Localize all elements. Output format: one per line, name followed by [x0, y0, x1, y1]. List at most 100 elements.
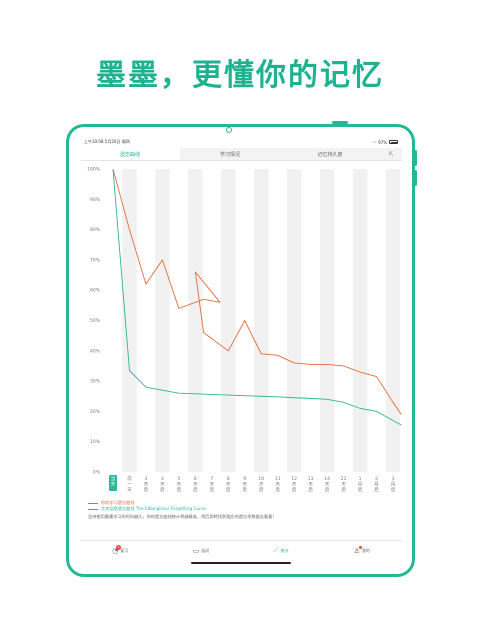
nav-label: 复习: [120, 547, 129, 553]
nav-label: 选词: [201, 547, 210, 553]
chart-band: [254, 169, 269, 472]
tab-forgetting-curve[interactable]: 遗忘曲线: [80, 148, 180, 160]
x-tick-label: 天: [259, 482, 264, 488]
x-tick-label: 天: [177, 482, 182, 488]
x-tick-label: 天: [144, 482, 149, 488]
x-tick-label: 天: [160, 482, 165, 488]
chart-band: [221, 169, 236, 472]
x-tick-label: 后: [243, 486, 248, 493]
nav-label: 统计: [280, 547, 289, 553]
chart-band: [319, 169, 335, 472]
x-tick-label: 9: [243, 476, 246, 482]
chart-note: 坚持使用墨墨学习的时间越久，你的遗忘曲线统计将越精准，然后即将找到相应的遗忘率数…: [88, 514, 277, 519]
tab-memory-duration[interactable]: 记忆持久度: [280, 148, 380, 160]
x-tick-label: 后: [193, 486, 198, 493]
y-tick-label: 60%: [90, 288, 101, 294]
y-tick-label: 10%: [90, 439, 101, 445]
legend-label-ebbinghaus: 艾宾浩斯遗忘曲线 The Ebbinghaus Forgetting Curve: [101, 506, 206, 511]
legend-item-ebbinghaus: 艾宾浩斯遗忘曲线 The Ebbinghaus Forgetting Curve: [88, 506, 206, 512]
status-bar: 上午10:08 5月20日 周四 ◠ 97%: [80, 137, 402, 147]
x-tick-label: 后: [391, 486, 396, 493]
x-tick-label: 后: [325, 486, 330, 493]
user-icon: ♙: [353, 545, 362, 555]
x-tick-label: 后: [144, 486, 149, 493]
nav-label: 我的: [361, 547, 370, 553]
volume-up-button: [414, 150, 417, 166]
x-tick-label: 天: [341, 482, 346, 488]
x-tick-label: 5: [177, 476, 180, 482]
share-button[interactable]: ⇱: [380, 148, 402, 160]
x-tick-label: 3: [392, 476, 395, 482]
headline: 墨墨，更懂你的记忆: [96, 58, 384, 93]
legend-line-teal: [88, 508, 98, 510]
book-icon: ▭: [192, 546, 200, 555]
y-tick-label: 20%: [90, 409, 101, 415]
y-tick-label: 70%: [90, 257, 101, 263]
volume-down-button: [414, 170, 417, 186]
home-indicator: [191, 562, 291, 564]
wifi-icon: ◠: [372, 139, 377, 145]
battery-percent: 97%: [378, 139, 387, 145]
x-tick-label: 7: [210, 476, 213, 482]
status-time: 上午10:08 5月20日 周四: [84, 139, 130, 144]
x-tick-label: 当: [111, 475, 116, 482]
notification-dot: [358, 545, 362, 549]
x-tick-label: 后: [177, 486, 182, 493]
y-tick-label: 100%: [87, 167, 101, 173]
forgetting-curve-chart: 100%90%80%70%60%50%40%30%20%10%0%当天前一天3天…: [87, 167, 402, 493]
x-tick-label: 一: [127, 483, 132, 488]
x-tick-label: 11: [275, 476, 281, 482]
x-tick-label: 天: [308, 482, 313, 488]
review-icon: ◔ 1: [112, 544, 122, 555]
y-tick-label: 80%: [90, 227, 101, 233]
x-tick-label: 天: [325, 482, 330, 488]
x-tick-label: 4: [161, 476, 164, 482]
x-tick-label: 天: [243, 482, 248, 488]
chart-band: [385, 169, 401, 472]
x-tick-label: 后: [292, 486, 297, 493]
status-right: ◠ 97%: [373, 140, 398, 145]
x-tick-label: 天: [275, 482, 280, 488]
y-tick-label: 40%: [90, 348, 101, 354]
x-tick-label: 后: [226, 486, 231, 493]
x-tick-label: 后: [308, 486, 313, 493]
nav-mine[interactable]: ♙ 我的: [322, 541, 403, 560]
x-tick-label: 后: [275, 486, 280, 493]
tab-bar: 遗忘曲线 学习情况 记忆持久度 ⇱: [80, 148, 402, 161]
chart-band: [122, 169, 137, 472]
y-tick-label: 0%: [93, 470, 101, 476]
x-tick-label: 21: [341, 476, 347, 482]
legend-line-orange: [88, 502, 98, 504]
tab-study-status[interactable]: 学习情况: [180, 148, 280, 160]
x-tick-label: 后: [259, 486, 264, 493]
chart-band: [352, 169, 368, 472]
x-tick-label: 3: [145, 476, 148, 482]
nav-stats[interactable]: ⟋ 统计: [241, 541, 322, 560]
y-tick-label: 90%: [90, 197, 101, 203]
tab-label: 学习情况: [219, 151, 240, 158]
x-tick-label: 月: [391, 482, 396, 488]
x-tick-label: 天: [193, 482, 198, 488]
x-tick-label: 天: [210, 482, 215, 488]
x-tick-label: 1: [359, 476, 362, 482]
x-tick-label: 天: [127, 487, 132, 493]
x-tick-label: 后: [160, 486, 165, 493]
nav-review[interactable]: ◔ 1 复习: [80, 541, 161, 560]
tab-label: 记忆持久度: [317, 151, 343, 158]
chart-legend: 你的学习遗忘曲线 艾宾浩斯遗忘曲线 The Ebbinghaus Forgett…: [88, 500, 206, 512]
x-tick-label: 10: [258, 476, 264, 482]
bottom-nav: ◔ 1 复习 ▭ 选词 ⟋ 统计 ♙ 我的: [80, 540, 402, 560]
nav-words[interactable]: ▭ 选词: [161, 541, 242, 560]
x-tick-label: 2: [375, 476, 378, 482]
x-tick-label: 后: [374, 486, 379, 493]
x-tick-label: 前: [127, 475, 132, 482]
x-tick-label: 后: [358, 486, 363, 493]
review-badge: 1: [116, 544, 122, 550]
chart-band: [286, 169, 302, 472]
x-tick-label: 8: [227, 476, 230, 482]
x-tick-label: 后: [210, 486, 215, 493]
x-tick-label: 月: [358, 482, 363, 488]
chart-band: [188, 169, 203, 472]
share-icon: ⇱: [388, 150, 394, 158]
x-tick-label: 14: [324, 476, 330, 482]
